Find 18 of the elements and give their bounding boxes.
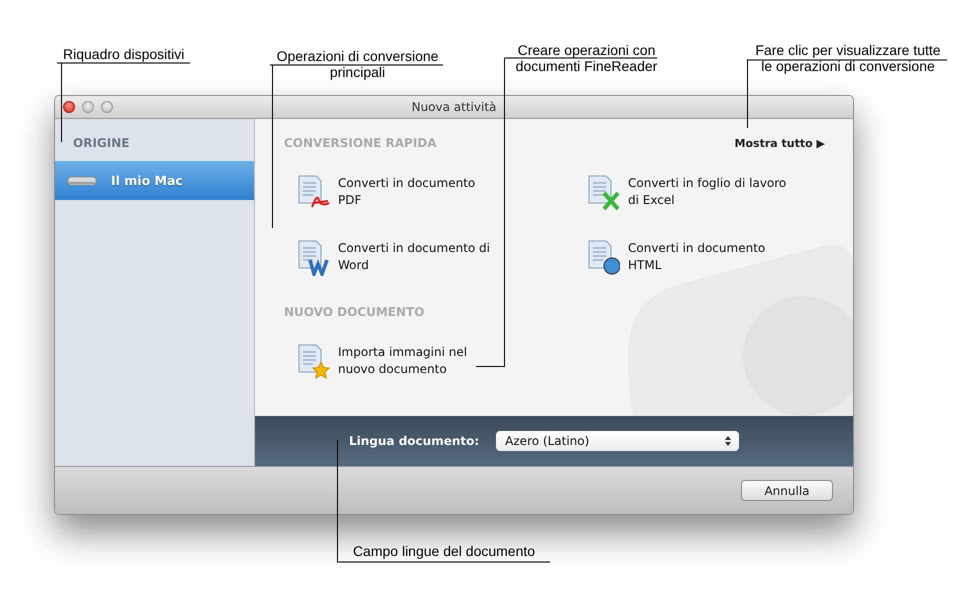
cancel-button[interactable]: Annulla — [741, 480, 833, 501]
window-title: Nuova attività — [410, 100, 498, 114]
conversion-option[interactable]: Converti in foglio di lavoro di Excel — [628, 175, 786, 209]
callout-label: Creare operazioni con documenti FineReader — [514, 42, 658, 74]
conversion-option[interactable]: Converti in documento PDF — [338, 175, 476, 209]
conversion-option[interactable]: Converti in documento HTML — [628, 240, 766, 274]
sidebar-header: ORIGINE — [72, 135, 130, 152]
language-dropdown[interactable]: Azero (Latino) — [496, 431, 740, 451]
callout-label: Riquadro dispositivi — [62, 46, 186, 62]
language-label: Lingua documento: — [349, 434, 480, 448]
callout-label: Operazioni di conversione principali — [276, 48, 440, 80]
show-all-link[interactable]: Mostra tutto ▶ — [734, 136, 825, 150]
conversion-option[interactable]: Importa immagini nel nuovo documento — [338, 344, 468, 378]
conversion-option[interactable]: Converti in documento di Word — [338, 240, 490, 274]
section-title: NUOVO DOCUMENTO — [284, 305, 424, 319]
section-title: CONVERSIONE RAPIDA — [284, 136, 437, 150]
callout-label: Campo lingue del documento — [352, 543, 536, 559]
callout-label: Fare clic per visualizzare tutte le operazioni di conversione — [754, 42, 942, 74]
